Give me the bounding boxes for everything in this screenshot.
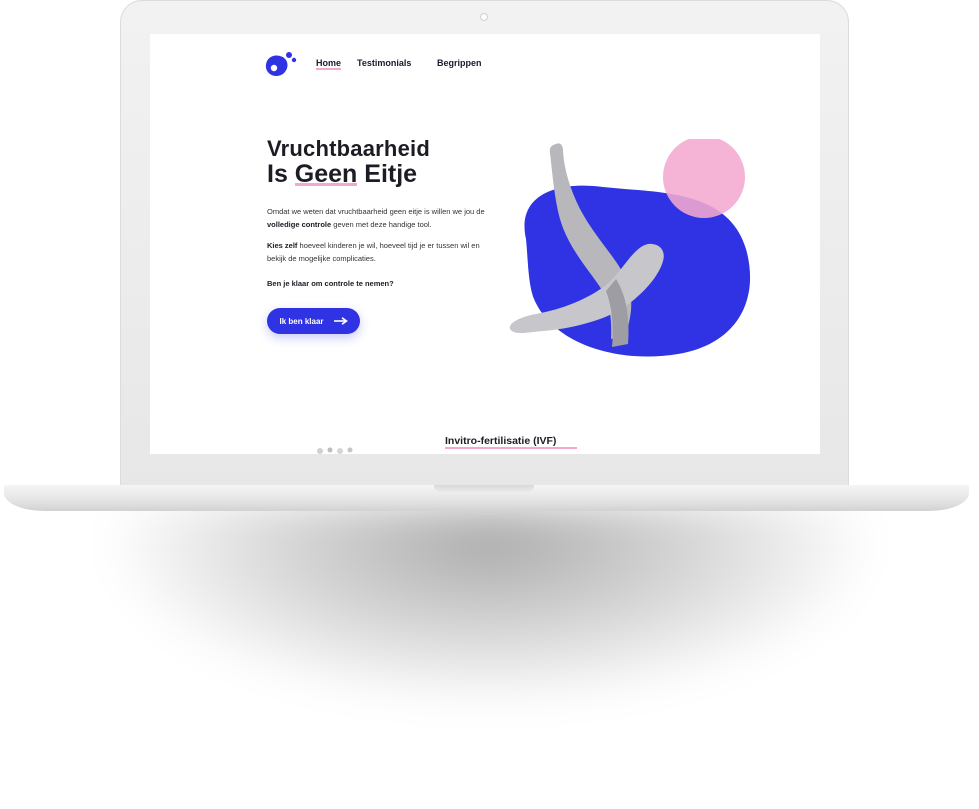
blob-logo-icon[interactable] xyxy=(262,48,298,80)
hero-title-highlight: Geen xyxy=(294,160,358,188)
device-shadow xyxy=(110,505,870,705)
nav-link-testimonials[interactable]: Testimonials xyxy=(357,58,411,68)
webcam-icon xyxy=(480,13,488,21)
hero-paragraph-2: Kies zelf hoeveel kinderen je wil, hoeve… xyxy=(267,239,497,265)
arrow-right-icon xyxy=(333,317,348,325)
laptop-screen: Home Testimonials Begrippen Vruchtbaarhe… xyxy=(150,34,820,454)
hero-paragraph-1: Omdat we weten dat vruchtbaarheid geen e… xyxy=(267,205,497,231)
p2-bold: Kies zelf xyxy=(267,241,298,250)
laptop-notch xyxy=(434,485,534,492)
p1-text-b: geven met deze handige tool. xyxy=(331,220,432,229)
cta-button[interactable]: Ik ben klaar xyxy=(267,308,360,334)
p1-text-a: Omdat we weten dat vruchtbaarheid geen e… xyxy=(267,207,485,216)
hero-title-part2: Eitje xyxy=(357,160,418,188)
hero-title-line2: Is Geen Eitje xyxy=(267,160,417,189)
p1-bold: volledige controle xyxy=(267,220,332,229)
hero-title-line1: Vruchtbaarheid xyxy=(267,136,430,161)
pink-circle-shape xyxy=(663,139,745,218)
section-heading-ivf: Invitro-fertilisatie (IVF) xyxy=(445,435,557,447)
hero-question: Ben je klaar om controle te nemen? xyxy=(267,279,394,288)
p2-text: hoeveel kinderen je wil, hoeveel tijd je… xyxy=(267,241,480,263)
nav-link-home[interactable]: Home xyxy=(316,58,342,70)
flower-thumbnail-icon xyxy=(317,447,353,454)
section-heading-underline xyxy=(445,447,577,449)
hero-illustration xyxy=(509,139,751,357)
hero-title-part1: Is xyxy=(267,160,295,188)
cta-label: Ik ben klaar xyxy=(279,316,324,326)
nav-link-begrippen[interactable]: Begrippen xyxy=(437,58,482,68)
